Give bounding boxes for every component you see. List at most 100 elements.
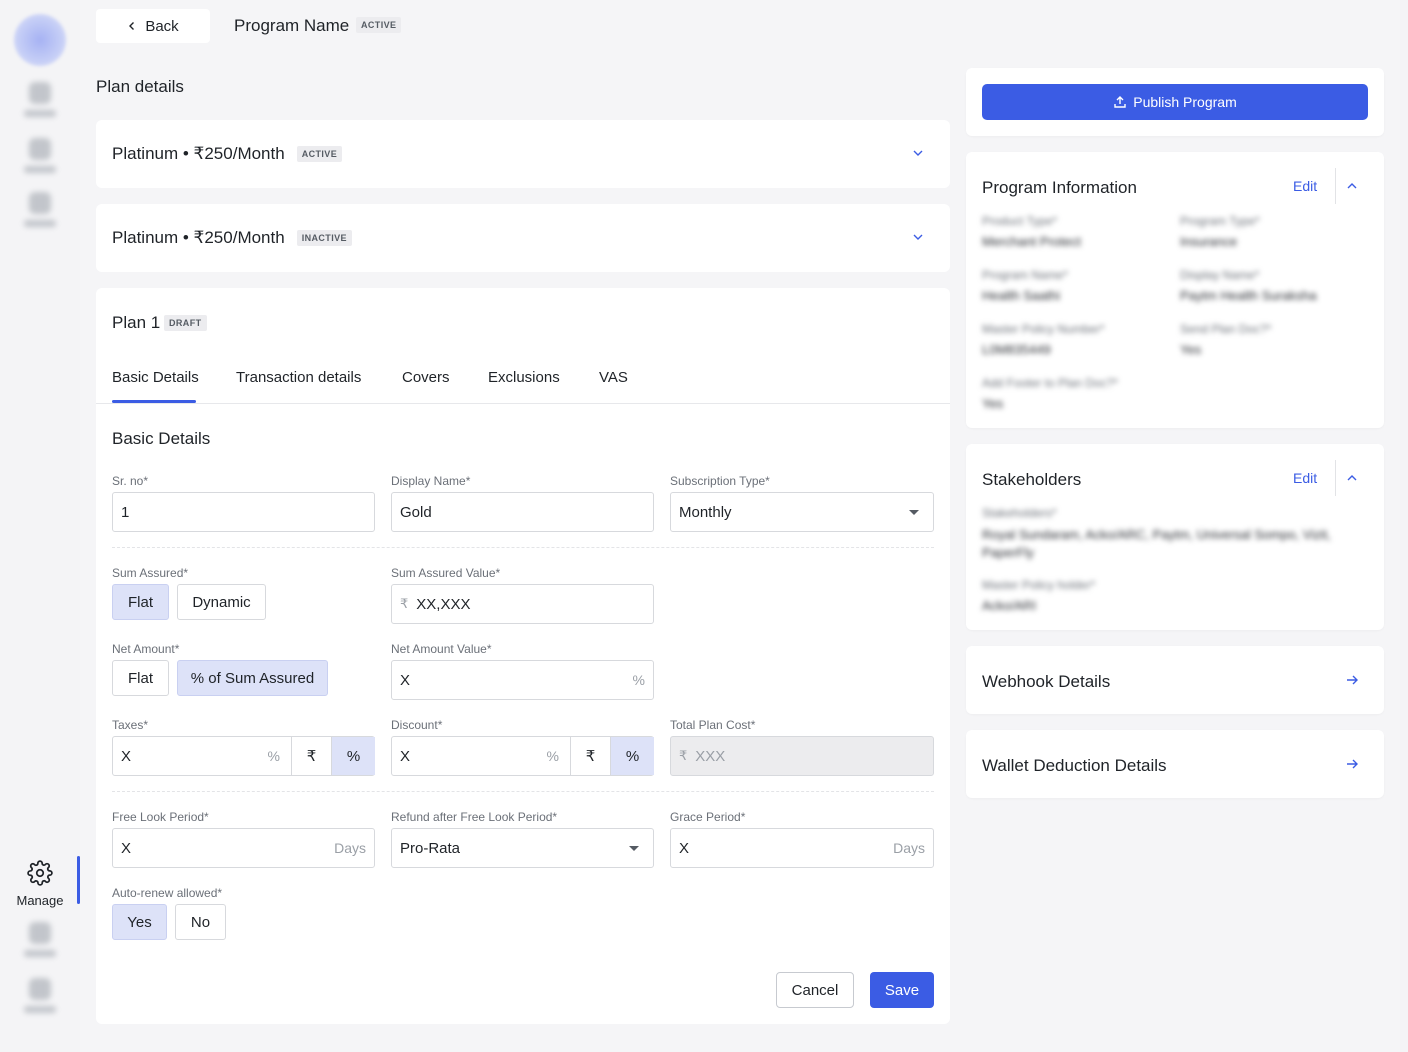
discount-value: X — [400, 747, 411, 765]
sidebar-item-blurred-3[interactable] — [20, 192, 60, 227]
free-look-period-input[interactable]: X Days — [112, 828, 375, 868]
taxes-percent-toggle[interactable]: % — [331, 737, 375, 775]
net-amount-value-input[interactable]: X % — [391, 660, 654, 700]
webhook-details-title: Webhook Details — [982, 672, 1111, 691]
info-label: Program Name* — [982, 268, 1069, 282]
status-badge: INACTIVE — [296, 230, 352, 246]
discount-rupee-toggle[interactable]: ₹ — [570, 737, 610, 775]
discount-input[interactable]: X % ₹ % — [391, 736, 654, 776]
plan-row[interactable]: Platinum • ₹250/Month ACTIVE — [96, 120, 950, 188]
auto-renew-yes-option[interactable]: Yes — [112, 904, 167, 940]
sidebar-item-blurred-4[interactable] — [20, 922, 60, 957]
display-name-value: Gold — [400, 503, 432, 521]
sidebar-item-blurred-1[interactable] — [20, 82, 60, 117]
percent-suffix: % — [267, 748, 280, 764]
gear-icon — [27, 860, 53, 886]
sidebar-item-blurred-5[interactable] — [20, 978, 60, 1013]
stakeholders-edit-link[interactable]: Edit — [1293, 470, 1317, 486]
info-value: Health Saathi — [982, 288, 1061, 303]
info-value: Yes — [982, 396, 1004, 411]
grace-period-value: X — [679, 839, 690, 857]
info-value: Yes — [1180, 342, 1202, 357]
chevron-up-icon[interactable] — [1345, 179, 1359, 193]
chevron-down-icon[interactable] — [912, 231, 924, 243]
days-suffix: Days — [893, 840, 925, 856]
auto-renew-no-option[interactable]: No — [175, 904, 226, 940]
sum-assured-dynamic-option[interactable]: Dynamic — [177, 584, 266, 620]
status-badge: ACTIVE — [356, 17, 402, 33]
taxes-rupee-toggle[interactable]: ₹ — [291, 737, 331, 775]
grace-period-input[interactable]: X Days — [670, 828, 934, 868]
refund-value: Pro-Rata — [400, 839, 461, 857]
arrow-right-icon[interactable] — [1345, 673, 1359, 687]
days-suffix: Days — [334, 840, 366, 856]
info-label: Program Type* — [1180, 214, 1260, 228]
tab-vas[interactable]: VAS — [599, 369, 628, 386]
refund-label: Refund after Free Look Period* — [391, 810, 558, 824]
tab-basic-details[interactable]: Basic Details — [112, 369, 199, 386]
net-amount-label: Net Amount* — [112, 642, 180, 656]
app-logo[interactable] — [14, 14, 66, 66]
info-label: Master Policy holder* — [982, 578, 1096, 592]
info-value: Merchant Protect — [982, 234, 1081, 249]
sidebar-item-label: Manage — [16, 893, 64, 908]
publish-program-button[interactable]: Publish Program — [982, 84, 1368, 120]
plan-title: Plan 1 — [112, 313, 161, 332]
info-label: Add Footer to Plan Doc?* — [982, 376, 1119, 390]
plan-details-heading: Plan details — [96, 77, 184, 96]
info-value: L0M835449 — [982, 342, 1051, 357]
tab-covers[interactable]: Covers — [402, 369, 450, 386]
subscription-type-label: Subscription Type* — [670, 474, 770, 488]
free-look-period-label: Free Look Period* — [112, 810, 209, 824]
sr-no-input[interactable]: 1 — [112, 492, 375, 532]
status-badge: ACTIVE — [296, 146, 343, 162]
total-plan-cost-field: ₹ XXX — [670, 736, 934, 776]
back-button[interactable]: Back — [96, 9, 210, 43]
taxes-input[interactable]: X % ₹ % — [112, 736, 375, 776]
total-plan-cost-label: Total Plan Cost* — [670, 718, 756, 732]
tab-exclusions[interactable]: Exclusions — [488, 369, 560, 386]
chevron-down-icon[interactable] — [912, 147, 924, 159]
tab-divider — [96, 403, 950, 404]
sr-no-value: 1 — [121, 503, 130, 521]
arrow-right-icon[interactable] — [1345, 757, 1359, 771]
info-label: Product Type* — [982, 214, 1058, 228]
rupee-icon: ₹ — [679, 748, 688, 763]
sidebar-item-blurred-2[interactable] — [20, 138, 60, 173]
rupee-icon: ₹ — [400, 596, 409, 611]
subscription-type-select[interactable]: Monthly — [670, 492, 934, 532]
taxes-label: Taxes* — [112, 718, 149, 732]
taxes-value: X — [121, 747, 132, 765]
free-look-period-value: X — [121, 839, 132, 857]
discount-percent-toggle[interactable]: % — [610, 737, 654, 775]
tab-transaction-details[interactable]: Transaction details — [236, 369, 361, 386]
divider — [112, 791, 934, 792]
status-badge: DRAFT — [164, 315, 207, 331]
percent-suffix: % — [632, 672, 645, 688]
caret-down-icon — [629, 846, 639, 851]
grace-period-label: Grace Period* — [670, 810, 746, 824]
net-amount-flat-option[interactable]: Flat — [112, 660, 169, 696]
sum-assured-label: Sum Assured* — [112, 566, 189, 580]
section-title: Basic Details — [112, 429, 211, 448]
sum-assured-flat-option[interactable]: Flat — [112, 584, 169, 620]
info-label: Master Policy Number* — [982, 322, 1105, 336]
program-info-edit-link[interactable]: Edit — [1293, 178, 1317, 194]
refund-select[interactable]: Pro-Rata — [391, 828, 654, 868]
program-info-title: Program Information — [982, 178, 1137, 197]
sidebar-item-manage[interactable]: Manage — [0, 856, 80, 908]
plan-row-title: Platinum • ₹250/Month — [112, 228, 285, 247]
net-amount-percent-option[interactable]: % of Sum Assured — [177, 660, 328, 696]
info-value: Acko/ARI — [982, 598, 1037, 613]
publish-label: Publish Program — [1133, 94, 1237, 110]
cancel-button[interactable]: Cancel — [776, 972, 854, 1008]
total-plan-cost-value: XXX — [695, 747, 726, 765]
wallet-deduction-title: Wallet Deduction Details — [982, 756, 1167, 775]
plan-row[interactable]: Platinum • ₹250/Month INACTIVE — [96, 204, 950, 272]
discount-label: Discount* — [391, 718, 443, 732]
sum-assured-value-input[interactable]: ₹ XX,XXX — [391, 584, 654, 624]
divider — [1335, 460, 1336, 496]
display-name-input[interactable]: Gold — [391, 492, 654, 532]
save-button[interactable]: Save — [870, 972, 934, 1008]
chevron-up-icon[interactable] — [1345, 471, 1359, 485]
